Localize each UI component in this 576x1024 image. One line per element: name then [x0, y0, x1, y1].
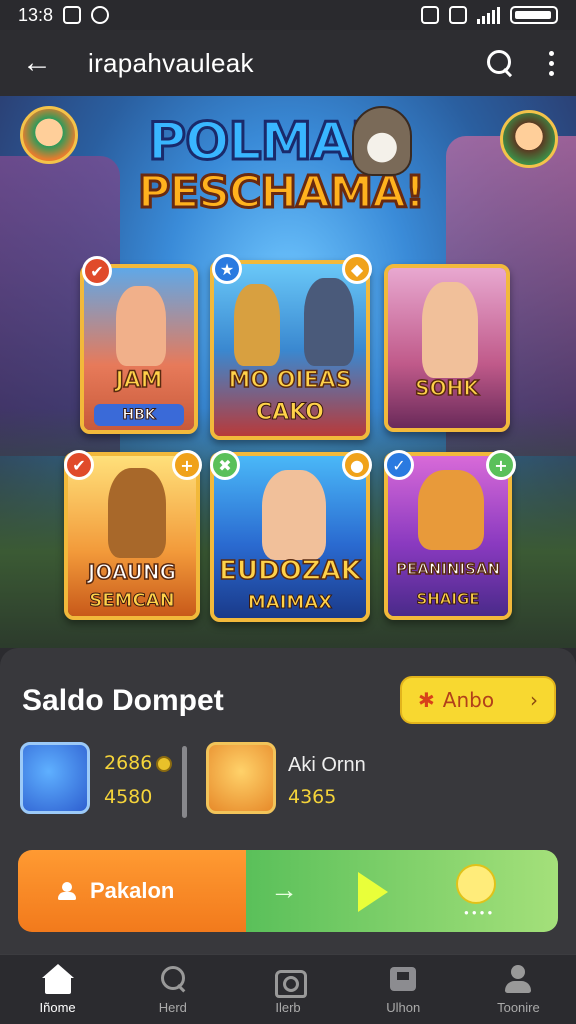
item1-value-top: 2686 — [104, 752, 173, 774]
badge-icon: + — [172, 450, 202, 480]
dots-indicator: ●●●● — [464, 908, 496, 917]
search-icon[interactable] — [487, 50, 513, 76]
nav-item-box[interactable]: Ulhon — [346, 955, 461, 1024]
card-title: MO OIEAS — [228, 367, 353, 394]
wallet-title: Saldo Dompet — [22, 684, 224, 717]
bottom-navigation: Iñome Herd Ilerb Ulhon Toonire — [0, 954, 576, 1024]
card-figure — [116, 286, 166, 366]
chevron-right-icon: › — [530, 688, 538, 712]
item-thumbnail-2[interactable] — [206, 742, 276, 814]
nav-item-search[interactable]: Herd — [115, 955, 230, 1024]
item2-value: 4365 — [288, 786, 337, 808]
notification-icon — [63, 6, 82, 24]
card-subtitle: HBK — [94, 404, 184, 426]
badge-icon: ✖ — [210, 450, 240, 480]
play-button[interactable]: → ●●●● — [246, 850, 558, 932]
card-subtitle: CAKO — [256, 400, 325, 426]
character-avatar-right — [500, 110, 558, 168]
card-title: EUDOZAK — [218, 555, 361, 587]
person-icon — [58, 882, 76, 900]
game-card-1[interactable]: JAM HBK — [80, 264, 198, 434]
camera-icon — [272, 964, 307, 998]
vibrate-icon — [421, 6, 439, 24]
card-figure — [234, 284, 280, 366]
card-subtitle: SHAIGE — [416, 590, 480, 609]
card-title: JOAUNG — [87, 559, 177, 585]
card-subtitle: SEMCAN — [89, 590, 175, 612]
badge-icon: ★ — [212, 254, 242, 284]
play-icon — [358, 872, 388, 912]
user-icon — [502, 964, 534, 994]
game-card-3[interactable]: SOHK — [384, 264, 510, 432]
nav-label: Iñome — [39, 1000, 76, 1015]
search-icon — [157, 964, 189, 994]
back-arrow-icon[interactable]: ← — [22, 46, 62, 80]
card-title: PEANINISAN — [395, 559, 501, 579]
star-icon: ✱ — [418, 688, 435, 712]
nav-label: Toonire — [497, 1000, 540, 1015]
app-bar: ← irapahvauleak — [0, 30, 576, 96]
badge-icon: ◆ — [342, 254, 372, 284]
nfc-icon — [449, 6, 467, 24]
badge-icon: + — [486, 450, 516, 480]
item2-label: Aki Ornn — [288, 754, 366, 776]
nav-label: Herd — [158, 1000, 187, 1015]
anbo-button-label: Anbo — [442, 688, 495, 712]
status-bar: 13:8 — [0, 0, 576, 30]
badge-icon: ✓ — [384, 450, 414, 480]
nav-item-profile[interactable]: Toonire — [461, 955, 576, 1024]
badge-icon: ✔ — [82, 256, 112, 286]
card-title: SOHK — [414, 375, 479, 401]
divider — [182, 746, 187, 818]
nav-label: Ulhon — [386, 1000, 421, 1015]
card-title: JAM — [115, 367, 164, 394]
item1-value-top-text: 2686 — [104, 752, 153, 774]
coin-icon — [156, 755, 173, 772]
character-avatar-left — [20, 106, 78, 164]
nav-label: Ilerb — [275, 1000, 301, 1015]
cat-mascot — [352, 106, 412, 176]
action-bar: Pakalon → ●●●● — [18, 850, 558, 932]
nav-item-home[interactable]: Iñome — [0, 955, 115, 1024]
nav-item-camera[interactable]: Ilerb — [230, 955, 345, 1024]
card-figure — [262, 470, 326, 560]
card-subtitle: MAIMAX — [247, 592, 333, 614]
card-figure — [304, 278, 354, 366]
battery-icon — [510, 6, 558, 24]
card-figure — [418, 470, 484, 550]
signal-icon — [477, 6, 500, 24]
badge-icon: ● — [342, 450, 372, 480]
pakalon-button[interactable]: Pakalon — [18, 850, 246, 932]
arrow-right-icon: → — [270, 874, 298, 905]
pakalon-button-label: Pakalon — [90, 878, 175, 903]
page-title: irapahvauleak — [88, 47, 254, 78]
game-card-2[interactable]: MO OIEAS CAKO — [210, 260, 370, 440]
game-card-5[interactable]: EUDOZAK MAIMAX — [210, 452, 370, 622]
more-options-icon[interactable] — [549, 50, 554, 76]
clock-icon — [456, 864, 496, 904]
sync-icon — [91, 6, 110, 24]
home-icon — [41, 964, 74, 994]
card-figure — [108, 468, 166, 558]
card-figure — [422, 282, 478, 378]
game-banner[interactable]: POLMAD PESCHAMA! JAM HBK ✔ MO OIEAS CAKO… — [0, 96, 576, 648]
box-icon — [387, 964, 419, 994]
item-thumbnail-1[interactable] — [20, 742, 90, 814]
anbo-button[interactable]: ✱ Anbo › — [400, 676, 556, 724]
item1-value-bottom: 4580 — [104, 786, 153, 808]
status-time: 13:8 — [18, 4, 54, 25]
badge-icon: ✔ — [64, 450, 94, 480]
